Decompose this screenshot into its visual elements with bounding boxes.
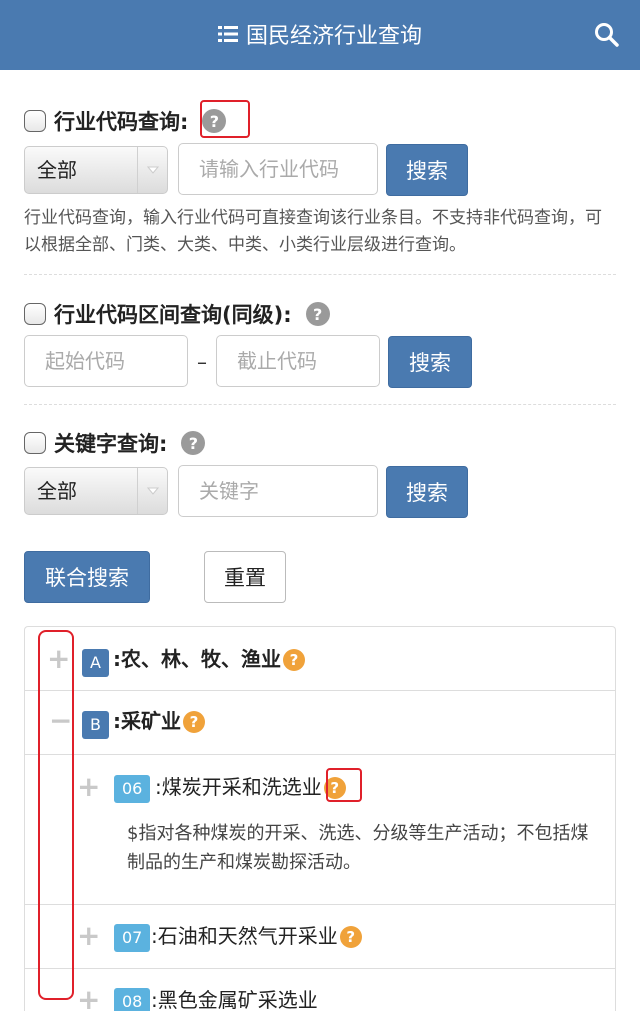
tree-row-label-text: :黑色金属矿采选业 [151, 988, 318, 1011]
keyword-search-button[interactable]: 搜索 [386, 466, 468, 518]
tree-row-label-text: :农、林、牧、渔业 [113, 647, 281, 671]
code-badge: B [82, 711, 109, 739]
code-query-description: 行业代码查询，输入行业代码可直接查询该行业条目。不支持非代码查询，可以根据全部、… [24, 208, 602, 255]
page-title: 国民经济行业查询 [245, 24, 422, 49]
reset-button[interactable]: 重置 [204, 551, 286, 603]
annotation-highlight [326, 768, 362, 802]
code-input[interactable]: 请输入行业代码 [178, 143, 378, 195]
keyword-input[interactable]: 关键字 [178, 465, 378, 517]
code-query-label: 行业代码查询: [54, 110, 189, 134]
range-end-input[interactable]: 截止代码 [216, 335, 380, 387]
list-icon [217, 22, 238, 52]
tree-row[interactable]: + 08 :黑色金属矿采选业 [25, 969, 615, 1011]
help-icon[interactable]: ? [305, 302, 330, 326]
chevron-down-icon [137, 468, 167, 514]
tree-row-description: $指对各种煤炭的开采、洗选、分级等生产活动；不包括煤制品的生产和煤炭勘探活动。 [127, 823, 589, 873]
range-query-label: 行业代码区间查询(同级): [54, 303, 292, 327]
help-icon[interactable]: ? [181, 431, 206, 455]
code-badge: 08 [114, 988, 151, 1011]
code-badge: 07 [114, 924, 151, 952]
code-badge: 06 [114, 775, 151, 803]
section-divider [24, 404, 616, 405]
expand-icon[interactable]: + [77, 922, 100, 950]
search-icon[interactable] [594, 22, 620, 48]
expand-icon[interactable]: + [77, 773, 100, 801]
header-title: 国民经济行业查询 [0, 22, 640, 52]
tree-row-label[interactable]: :煤炭开采和洗选业? [155, 773, 346, 801]
code-level-select-value: 全部 [37, 158, 77, 182]
tree-row-label-text: :采矿业 [113, 709, 181, 733]
range-separator: – [197, 350, 207, 374]
tree-row-label[interactable]: :黑色金属矿采选业 [151, 986, 318, 1011]
info-icon[interactable]: ? [339, 926, 362, 948]
combined-search-button[interactable]: 联合搜索 [24, 551, 150, 603]
info-icon[interactable]: ? [183, 711, 205, 733]
range-query-label-row: 行业代码区间查询(同级): ? [24, 299, 330, 329]
code-search-button[interactable]: 搜索 [386, 144, 468, 196]
code-query-label-row: 行业代码查询: ? [24, 106, 227, 136]
tree-row[interactable]: + A :农、林、牧、渔业? [25, 627, 615, 691]
info-icon[interactable]: ? [283, 649, 305, 671]
keyword-query-checkbox[interactable] [24, 432, 46, 454]
tree-row-label[interactable]: :采矿业? [113, 707, 205, 735]
keyword-query-label: 关键字查询: [54, 432, 168, 456]
range-search-button[interactable]: 搜索 [388, 336, 472, 388]
range-query-checkbox[interactable] [24, 303, 46, 325]
keyword-query-label-row: 关键字查询: ? [24, 428, 206, 458]
tree-row[interactable]: + 06 :煤炭开采和洗选业? $指对各种煤炭的开采、洗选、分级等生产活动；不包… [25, 755, 615, 905]
code-query-checkbox[interactable] [24, 110, 46, 132]
tree-row-label[interactable]: :农、林、牧、渔业? [113, 645, 305, 673]
section-divider [24, 274, 616, 275]
code-level-select[interactable]: 全部 [24, 146, 168, 194]
tree-row-label[interactable]: :石油和天然气开采业? [151, 922, 362, 950]
code-badge: A [82, 649, 109, 677]
tree-row[interactable]: + 07 :石油和天然气开采业? [25, 905, 615, 969]
app-header: 国民经济行业查询 [0, 0, 640, 70]
chevron-down-icon [137, 147, 167, 193]
industry-tree: + A :农、林、牧、渔业? − B :采矿业? + 06 :煤炭开采和洗选业?… [24, 626, 616, 1011]
annotation-highlight [200, 100, 250, 138]
tree-row[interactable]: − B :采矿业? [25, 691, 615, 755]
keyword-level-select[interactable]: 全部 [24, 467, 168, 515]
tree-row-label-text: :煤炭开采和洗选业 [155, 775, 322, 799]
annotation-highlight [38, 630, 74, 1000]
expand-icon[interactable]: + [77, 986, 100, 1011]
keyword-level-select-value: 全部 [37, 479, 77, 503]
range-start-input[interactable]: 起始代码 [24, 335, 188, 387]
tree-row-label-text: :石油和天然气开采业 [151, 924, 338, 948]
